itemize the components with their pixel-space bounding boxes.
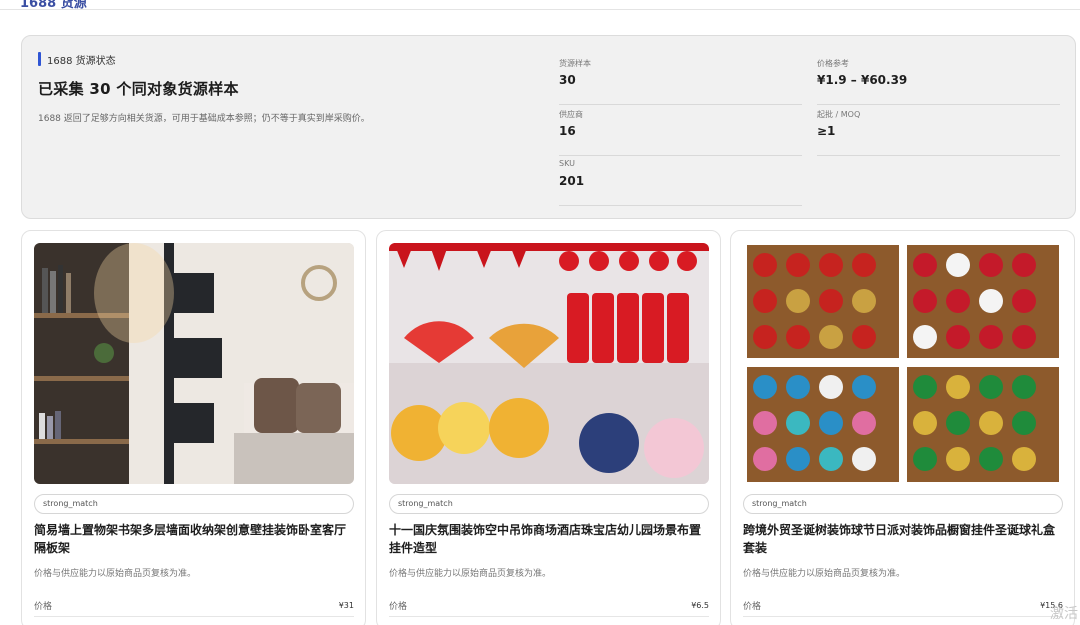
metric-price-reference: 价格参考 ¥1.9 – ¥60.39 (817, 58, 1060, 105)
metric-moq: 起批 / MOQ ≥1 (817, 109, 1060, 156)
metric-value: ¥1.9 – ¥60.39 (817, 73, 908, 87)
product-card[interactable]: strong_match 跨境外贸圣诞树装饰球节日派对装饰品橱窗挂件圣诞球礼盒套… (730, 230, 1075, 625)
price-label: 价格 (743, 601, 762, 612)
product-title[interactable]: 跨境外贸圣诞树装饰球节日派对装饰品橱窗挂件圣诞球礼盒套装 (743, 521, 1065, 557)
metric-sku-count: SKU 201 (559, 159, 802, 206)
status-section-label: 1688 货源状态 (47, 55, 116, 67)
metric-value: 16 (559, 124, 576, 138)
price-row: 价格 ¥15.6 (743, 598, 1063, 612)
product-title[interactable]: 简易墙上置物架书架多层墙面收纳架创意壁挂装饰卧室客厅隔板架 (34, 521, 356, 557)
metric-label: 价格参考 (817, 59, 849, 68)
divider (743, 616, 1063, 617)
price-row: 价格 ¥31 (34, 598, 354, 612)
wall-shelf-photo-icon[interactable] (34, 243, 354, 484)
price-label: 价格 (389, 601, 408, 612)
metric-sample-count: 货源样本 30 (559, 58, 802, 105)
metric-label: 起批 / MOQ (817, 110, 861, 119)
product-title[interactable]: 十一国庆氛围装饰空中吊饰商场酒店珠宝店幼儿园场景布置挂件造型 (389, 521, 711, 557)
source-status-panel: 1688 货源状态 已采集 30 个同对象货源样本 1688 返回了足够方向相关… (21, 35, 1076, 219)
product-note: 价格与供应能力以原始商品页复核为准。 (743, 569, 906, 579)
accent-bar (38, 52, 41, 66)
activation-watermark: 激活 (1050, 606, 1078, 622)
price-value: ¥31 (338, 600, 354, 610)
festival-hanging-decor-photo-icon[interactable] (389, 243, 709, 484)
christmas-ornament-balls-photo-icon[interactable] (743, 243, 1063, 484)
price-label: 价格 (34, 601, 53, 612)
match-tag: strong_match (34, 494, 354, 514)
product-card[interactable]: strong_match 十一国庆氛围装饰空中吊饰商场酒店珠宝店幼儿园场景布置挂… (376, 230, 721, 625)
metric-label: SKU (559, 159, 575, 168)
metric-label: 供应商 (559, 110, 583, 119)
product-card[interactable]: strong_match 简易墙上置物架书架多层墙面收纳架创意壁挂装饰卧室客厅隔… (21, 230, 366, 625)
product-note: 价格与供应能力以原始商品页复核为准。 (389, 569, 552, 579)
status-section-header: 1688 货源状态 (38, 52, 116, 67)
page-header-strip: 1688 货源 (0, 0, 1080, 10)
price-row: 价格 ¥6.5 (389, 598, 709, 612)
price-value: ¥6.5 (691, 600, 709, 610)
match-tag: strong_match (389, 494, 709, 514)
divider (34, 616, 354, 617)
metric-label: 货源样本 (559, 59, 591, 68)
product-note: 价格与供应能力以原始商品页复核为准。 (34, 569, 197, 579)
metric-value: 201 (559, 174, 585, 188)
match-tag: strong_match (743, 494, 1063, 514)
status-description: 1688 返回了足够方向相关货源，可用于基础成本参照；仍不等于真实到岸采购价。 (38, 114, 370, 124)
status-title: 已采集 30 个同对象货源样本 (38, 80, 239, 98)
metric-value: 30 (559, 73, 576, 87)
metric-supplier-count: 供应商 16 (559, 109, 802, 156)
divider (389, 616, 709, 617)
metric-value: ≥1 (817, 124, 836, 138)
page-header-title: 1688 货源 (20, 0, 87, 10)
